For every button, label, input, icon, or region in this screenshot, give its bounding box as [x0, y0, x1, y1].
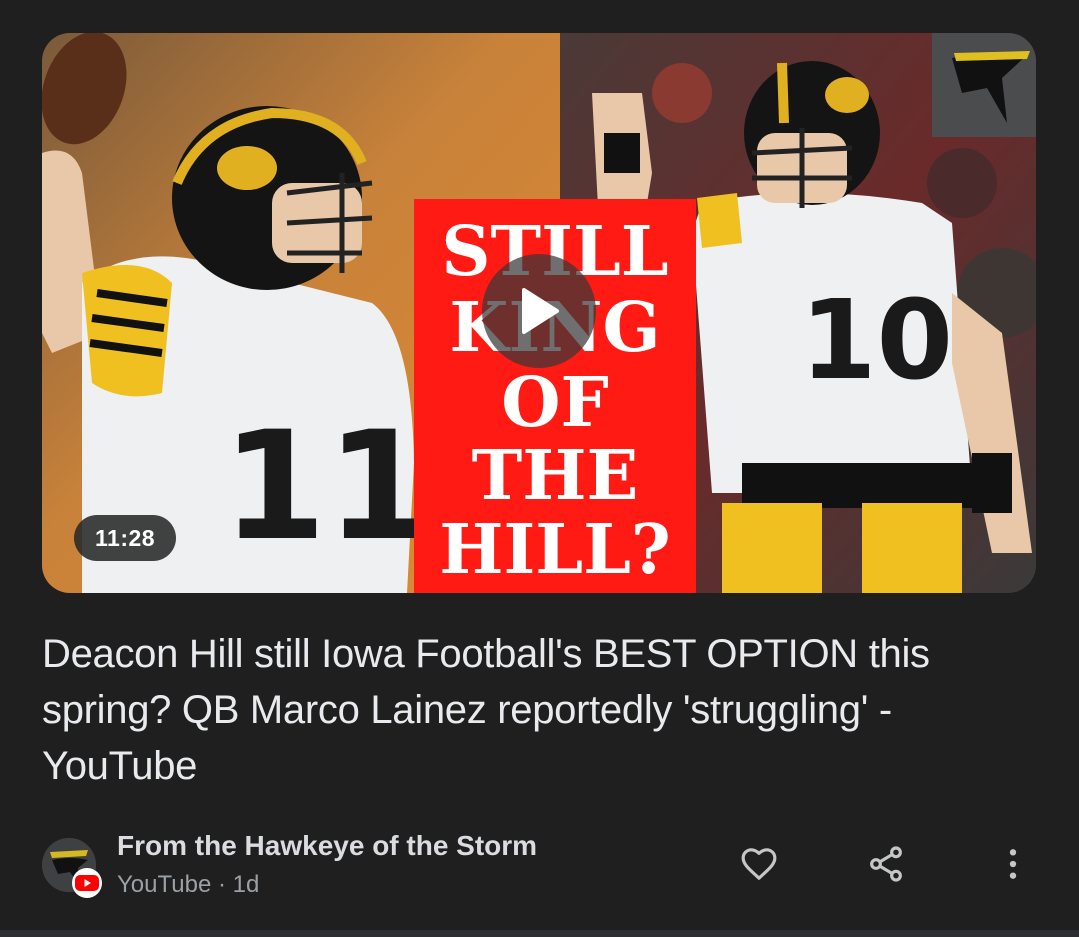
banner-word-3: OF: [501, 363, 609, 443]
share-icon: [870, 846, 902, 882]
video-thumbnail[interactable]: 11 10 STILL OF THE HILL? 11:28: [42, 33, 1036, 593]
source-meta: YouTube · 1d: [117, 866, 259, 904]
share-button[interactable]: [858, 836, 914, 892]
duration-badge: 11:28: [74, 515, 177, 561]
banner-word-5: HILL?: [439, 510, 671, 590]
jersey-number-left: 11: [222, 400, 431, 574]
like-button[interactable]: [731, 836, 787, 892]
more-vertical-icon: [1009, 849, 1017, 879]
jersey-number-right: 10: [800, 276, 953, 404]
banner-word-4: THE: [472, 436, 639, 516]
meta-separator: ·: [217, 871, 226, 898]
channel-name: From the Hawkeye of the Storm: [117, 830, 538, 861]
platform-name: YouTube: [117, 871, 212, 898]
channel-avatar[interactable]: [42, 838, 102, 898]
more-options-button[interactable]: [985, 836, 1041, 892]
discover-card[interactable]: 11 10 STILL OF THE HILL? 11:28 Deacon Hi…: [0, 0, 1079, 937]
post-age: 1d: [232, 871, 260, 898]
card-divider: [0, 930, 1079, 937]
video-title[interactable]: Deacon Hill still Iowa Football's BEST O…: [42, 626, 1032, 794]
youtube-logo-icon: [72, 868, 102, 898]
heart-outline-icon: [741, 848, 777, 880]
play-icon[interactable]: [482, 254, 596, 368]
